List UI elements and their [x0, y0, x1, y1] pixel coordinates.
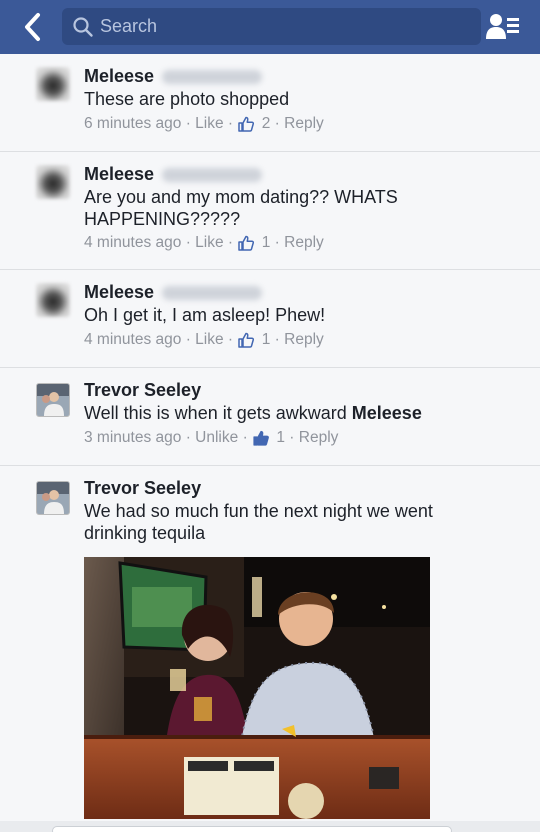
avatar[interactable]: [36, 283, 70, 317]
thumbs-up-icon: [238, 332, 255, 348]
avatar[interactable]: [36, 481, 70, 515]
comment-item: Meleese Oh I get it, I am asleep! Phew! …: [0, 270, 540, 368]
comment-author[interactable]: Trevor Seeley: [84, 478, 201, 499]
search-icon: [72, 16, 94, 38]
like-link[interactable]: Like: [195, 115, 223, 132]
mention-link[interactable]: Meleese: [352, 403, 422, 423]
unlike-link[interactable]: Unlike: [195, 429, 238, 446]
timestamp: 6 minutes ago: [84, 115, 182, 132]
avatar[interactable]: [36, 165, 70, 199]
search-input[interactable]: Search: [62, 8, 481, 45]
comment-author[interactable]: Meleese: [84, 164, 263, 185]
comment-item: Trevor Seeley Well this is when it gets …: [0, 368, 540, 466]
comment-item: Meleese Are you and my mom dating?? WHAT…: [0, 152, 540, 270]
search-placeholder: Search: [100, 16, 158, 36]
comment-meta: 6 minutes ago · Like · 2 · Reply: [84, 115, 324, 132]
top-bar: Search: [0, 0, 540, 54]
redacted-surname: [162, 168, 263, 183]
reply-link[interactable]: Reply: [284, 115, 324, 132]
like-count[interactable]: 1: [262, 234, 271, 251]
like-link[interactable]: Like: [195, 331, 223, 348]
reply-link[interactable]: Reply: [284, 234, 324, 251]
comment-author[interactable]: Meleese: [84, 282, 263, 303]
redacted-surname: [162, 70, 263, 85]
redacted-surname: [162, 286, 263, 301]
comment-meta: 4 minutes ago · Like · 1 · Reply: [84, 234, 324, 251]
comment-author[interactable]: Trevor Seeley: [84, 380, 201, 401]
back-chevron-icon[interactable]: [18, 10, 48, 44]
comment-input[interactable]: [52, 826, 452, 832]
thumbs-up-icon: [238, 116, 255, 132]
comment-text: Oh I get it, I am asleep! Phew!: [84, 305, 326, 325]
comment-text: These are photo shopped: [84, 89, 290, 109]
comment-text: Are you and my mom dating?? WHATS HAPPEN…: [84, 187, 398, 229]
comment-text: We had so much fun the next night we wen…: [84, 501, 433, 543]
comment-item: Meleese These are photo shopped 6 minute…: [0, 54, 540, 152]
reply-link[interactable]: Reply: [299, 429, 339, 446]
timestamp: 4 minutes ago: [84, 331, 182, 348]
comment-meta: 3 minutes ago · Unlike · 1 · Reply: [84, 429, 339, 446]
timestamp: 4 minutes ago: [84, 234, 182, 251]
thumbs-up-icon: [238, 235, 255, 251]
like-count[interactable]: 2: [262, 115, 271, 132]
like-count[interactable]: 1: [276, 429, 285, 446]
like-link[interactable]: Like: [195, 234, 223, 251]
friend-requests-icon[interactable]: [486, 12, 522, 42]
comment-text: Well this is when it gets awkward Melees…: [84, 403, 422, 423]
comment-author[interactable]: Meleese: [84, 66, 263, 87]
thumbs-up-icon: [253, 430, 269, 446]
reply-link[interactable]: Reply: [284, 331, 324, 348]
like-count[interactable]: 1: [262, 331, 271, 348]
avatar[interactable]: [36, 67, 70, 101]
comment-meta: 4 minutes ago · Like · 1 · Reply: [84, 331, 324, 348]
avatar[interactable]: [36, 383, 70, 417]
timestamp: 3 minutes ago: [84, 429, 182, 446]
comment-photo[interactable]: [84, 557, 430, 819]
